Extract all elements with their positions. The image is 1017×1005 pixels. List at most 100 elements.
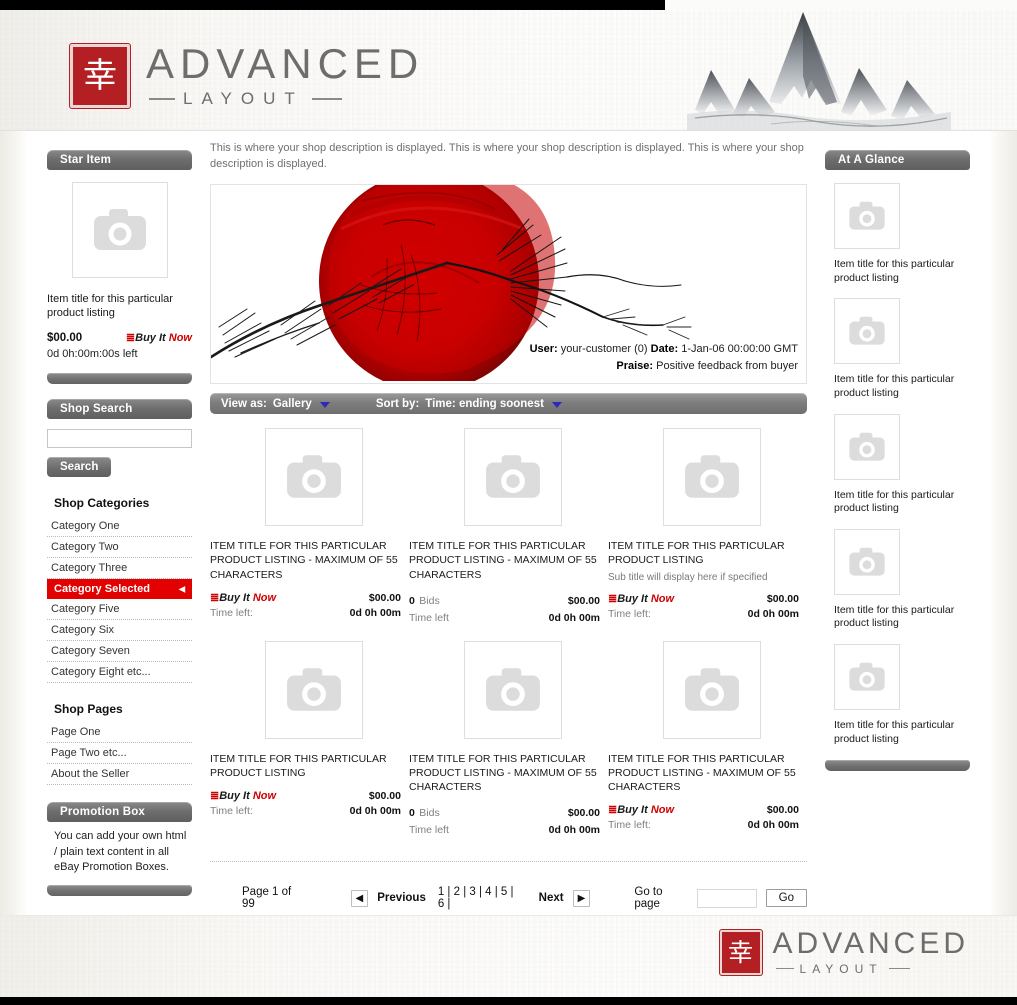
listing-title[interactable]: ITEM TITLE FOR THIS PARTICULAR PRODUCT L…: [608, 539, 799, 567]
goto-page-input[interactable]: [697, 888, 757, 908]
bin-bars-icon: ≣: [210, 790, 219, 803]
bottom-black-bar: [0, 997, 1017, 1005]
page-item-1[interactable]: Page One: [47, 722, 192, 744]
listing-title[interactable]: ITEM TITLE FOR THIS PARTICULAR PRODUCT L…: [210, 539, 401, 582]
listing-image[interactable]: [663, 428, 761, 527]
listing-card[interactable]: ITEM TITLE FOR THIS PARTICULAR PRODUCT L…: [210, 640, 409, 837]
listing-image[interactable]: [464, 428, 562, 527]
footer-logo[interactable]: 幸 ADVANCED LAYOUT: [719, 929, 969, 976]
category-item-3[interactable]: Category Three: [47, 558, 192, 580]
category-label: Category Three: [51, 562, 128, 575]
listing-price-row: ≣Buy It Now $00.00: [608, 592, 799, 605]
mountain-ink-illustration: [687, 12, 951, 130]
sort-by-value[interactable]: Time: ending soonest: [425, 398, 544, 410]
next-button[interactable]: Next: [539, 892, 564, 904]
listing-image[interactable]: [265, 428, 363, 527]
category-item-2[interactable]: Category Two: [47, 537, 192, 559]
bin-bars-icon: ≣: [608, 804, 617, 817]
star-item-price-row: $00.00 ≣Buy It Now: [47, 331, 192, 345]
buy-it-now-badge: ≣Buy It Now: [210, 789, 276, 802]
camera-placeholder-icon: [849, 547, 885, 576]
site-footer: 幸 ADVANCED LAYOUT: [0, 915, 1017, 998]
listing-card[interactable]: ITEM TITLE FOR THIS PARTICULAR PRODUCT L…: [608, 428, 807, 624]
listing-bids-count: 0: [409, 807, 415, 820]
listing-title[interactable]: ITEM TITLE FOR THIS PARTICULAR PRODUCT L…: [409, 752, 600, 795]
glance-item[interactable]: Item title for this particular product l…: [825, 183, 970, 285]
glance-image[interactable]: [834, 183, 900, 249]
page-of-label: Page 1 of 99: [242, 886, 292, 911]
hero-praise-row: Praise: Positive feedback from buyer: [530, 358, 798, 375]
search-input[interactable]: [47, 429, 192, 449]
shop-categories-list: Category One Category Two Category Three…: [47, 516, 192, 684]
bin-bars-icon: ≣: [608, 592, 617, 605]
search-button[interactable]: Search: [47, 457, 112, 478]
listing-image[interactable]: [265, 640, 363, 739]
listing-time-label: Time left:: [210, 606, 253, 619]
previous-button[interactable]: Previous: [377, 892, 426, 904]
glance-image[interactable]: [834, 298, 900, 365]
glance-title[interactable]: Item title for this particular product l…: [825, 489, 970, 516]
listing-card[interactable]: ITEM TITLE FOR THIS PARTICULAR PRODUCT L…: [409, 640, 608, 836]
category-label: Category Selected: [54, 583, 150, 596]
glance-title[interactable]: Item title for this particular product l…: [825, 719, 970, 746]
header-logo[interactable]: 幸 ADVANCED LAYOUT: [70, 43, 424, 109]
view-as-value[interactable]: Gallery: [273, 398, 312, 410]
star-item-image[interactable]: [71, 182, 168, 278]
next-arrow-icon[interactable]: ▶: [572, 889, 591, 907]
listing-time-row: Time left: 0d 0h 00m: [608, 608, 799, 620]
listing-price: $00.00: [766, 804, 799, 817]
listing-image[interactable]: [464, 640, 562, 739]
glance-item[interactable]: Item title for this particular product l…: [825, 298, 970, 400]
camera-placeholder-icon: [287, 667, 341, 711]
listing-time-value: 0d 0h 00m: [747, 819, 799, 832]
camera-placeholder-icon: [93, 209, 146, 250]
glance-title[interactable]: Item title for this particular product l…: [825, 604, 970, 631]
hero-banner[interactable]: User: your-customer (0) Date: 1-Jan-06 0…: [210, 184, 807, 385]
glance-image[interactable]: [834, 413, 900, 480]
listing-title[interactable]: ITEM TITLE FOR THIS PARTICULAR PRODUCT L…: [210, 752, 401, 780]
glance-image[interactable]: [834, 644, 900, 711]
glance-image[interactable]: [834, 528, 900, 595]
page-label: About the Seller: [51, 768, 130, 781]
listing-card[interactable]: ITEM TITLE FOR THIS PARTICULAR PRODUCT L…: [409, 428, 608, 624]
hero-user-value: your-customer (0): [560, 343, 648, 356]
page-label: Page One: [51, 726, 101, 739]
star-item-time-left: 0d 0h:00m:00s left: [47, 348, 138, 361]
star-item-title[interactable]: Item title for this particular product l…: [47, 292, 192, 320]
listing-time-row: Time left: 0d 0h 00m: [210, 607, 401, 619]
glance-item[interactable]: Item title for this particular product l…: [825, 413, 970, 516]
listing-title[interactable]: ITEM TITLE FOR THIS PARTICULAR PRODUCT L…: [608, 752, 799, 795]
category-item-7[interactable]: Category Seven: [47, 641, 192, 663]
page-item-3[interactable]: About the Seller: [47, 764, 192, 786]
brand-dash-left-icon: [775, 967, 794, 970]
category-item-8[interactable]: Category Eight etc...: [47, 662, 192, 684]
listing-image[interactable]: [663, 640, 761, 739]
glance-item[interactable]: Item title for this particular product l…: [825, 528, 970, 631]
at-a-glance-footer: [825, 760, 970, 772]
brand-wordmark: ADVANCED LAYOUT: [773, 929, 969, 976]
category-item-1[interactable]: Category One: [47, 516, 192, 538]
go-button[interactable]: Go: [765, 889, 807, 908]
previous-arrow-icon[interactable]: ◀: [350, 889, 369, 907]
listing-time-value: 0d 0h 00m: [548, 611, 600, 624]
hero-date-label: Date:: [650, 343, 679, 356]
glance-item[interactable]: Item title for this particular product l…: [825, 644, 970, 746]
listing-price: $00.00: [567, 594, 600, 607]
glance-title[interactable]: Item title for this particular product l…: [825, 373, 970, 400]
category-item-selected[interactable]: Category Selected ◀: [47, 579, 192, 600]
listing-price-row: 0 Bids $00.00: [409, 591, 600, 609]
sort-by-chevron-down-icon[interactable]: [551, 401, 562, 408]
glance-title[interactable]: Item title for this particular product l…: [825, 258, 970, 285]
page-numbers[interactable]: 1 | 2 | 3 | 4 | 5 | 6 |: [438, 886, 523, 910]
listing-price-row: 0 Bids $00.00: [409, 803, 600, 821]
page-item-2[interactable]: Page Two etc...: [47, 743, 192, 765]
listing-title[interactable]: ITEM TITLE FOR THIS PARTICULAR PRODUCT L…: [409, 539, 600, 582]
category-item-5[interactable]: Category Five: [47, 599, 192, 621]
listing-price-row: ≣Buy It Now $00.00: [608, 803, 799, 816]
pagination-divider: [210, 861, 807, 863]
view-as-chevron-down-icon[interactable]: [319, 401, 330, 408]
listing-card[interactable]: ITEM TITLE FOR THIS PARTICULAR PRODUCT L…: [608, 640, 807, 837]
listing-card[interactable]: ITEM TITLE FOR THIS PARTICULAR PRODUCT L…: [210, 428, 409, 624]
category-item-6[interactable]: Category Six: [47, 620, 192, 642]
star-item-footer: [47, 373, 192, 385]
